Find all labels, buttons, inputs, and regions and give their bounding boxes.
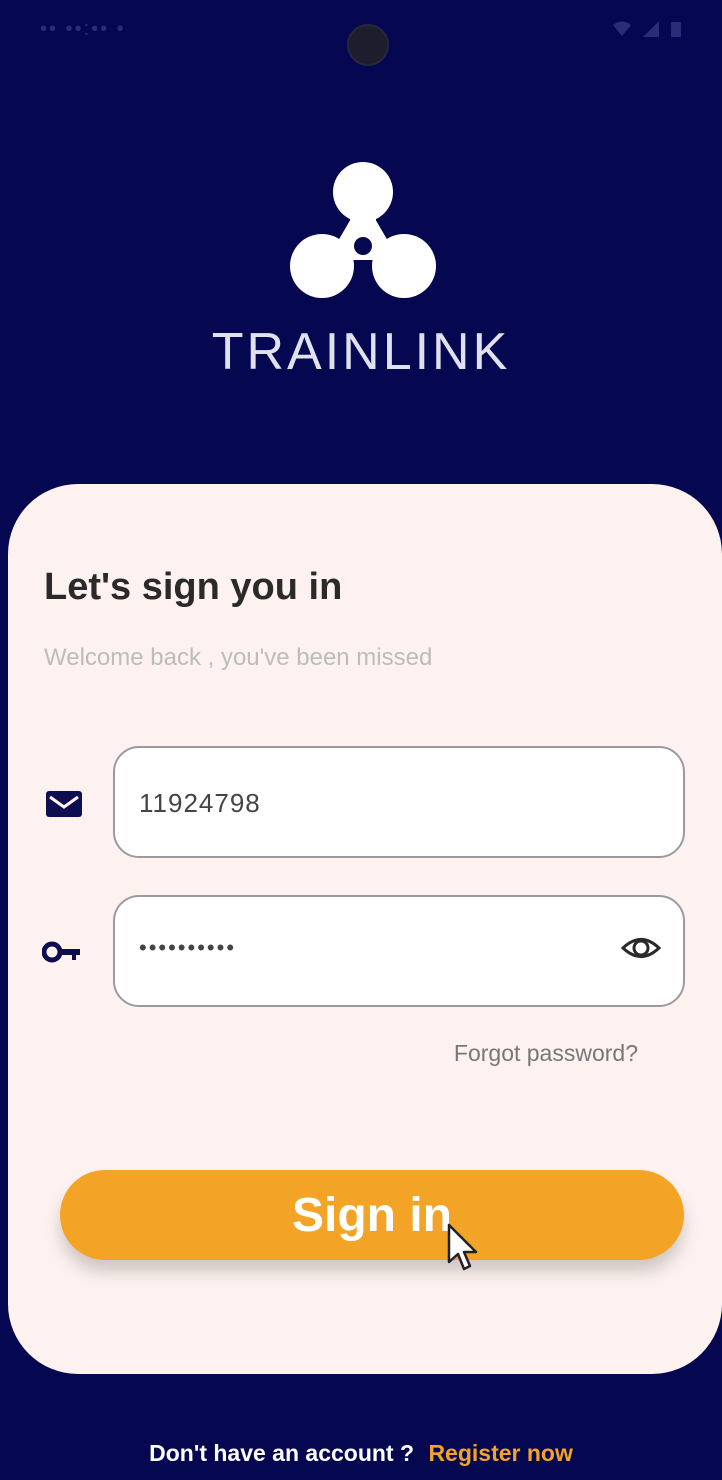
login-screen: •• ••:•• • TRAINLINK Let's sign you in W… [0, 0, 722, 1480]
forgot-password-link[interactable]: Forgot password? [454, 1040, 638, 1067]
username-input[interactable]: 11924798 [113, 746, 685, 858]
eye-icon[interactable] [620, 933, 662, 968]
no-account-text: Don't have an account ? [149, 1440, 415, 1466]
login-card: Let's sign you in Welcome back , you've … [8, 484, 722, 1374]
username-value: 11924798 [139, 788, 261, 818]
key-icon [42, 932, 82, 972]
sign-in-button[interactable]: Sign in [60, 1170, 684, 1260]
battery-icon [671, 22, 681, 37]
mouse-cursor-icon [447, 1223, 478, 1271]
password-input[interactable]: •••••••••• [113, 895, 685, 1007]
mail-icon [44, 784, 84, 824]
signal-icon [643, 21, 659, 37]
three-circle-link-icon [290, 162, 436, 298]
password-value: •••••••••• [139, 935, 237, 960]
brand-name: TRAINLINK [211, 323, 511, 381]
status-time: •• ••:•• • [40, 18, 126, 40]
wifi-icon [613, 21, 631, 36]
status-icons [612, 20, 682, 38]
register-now-link[interactable]: Register now [428, 1440, 572, 1466]
sign-in-label: Sign in [292, 1188, 452, 1242]
register-prompt: Don't have an account ? Register now [0, 1440, 722, 1467]
page-subtitle: Welcome back , you've been missed [44, 644, 433, 671]
camera-cutout [347, 24, 389, 66]
page-title: Let's sign you in [44, 566, 343, 608]
